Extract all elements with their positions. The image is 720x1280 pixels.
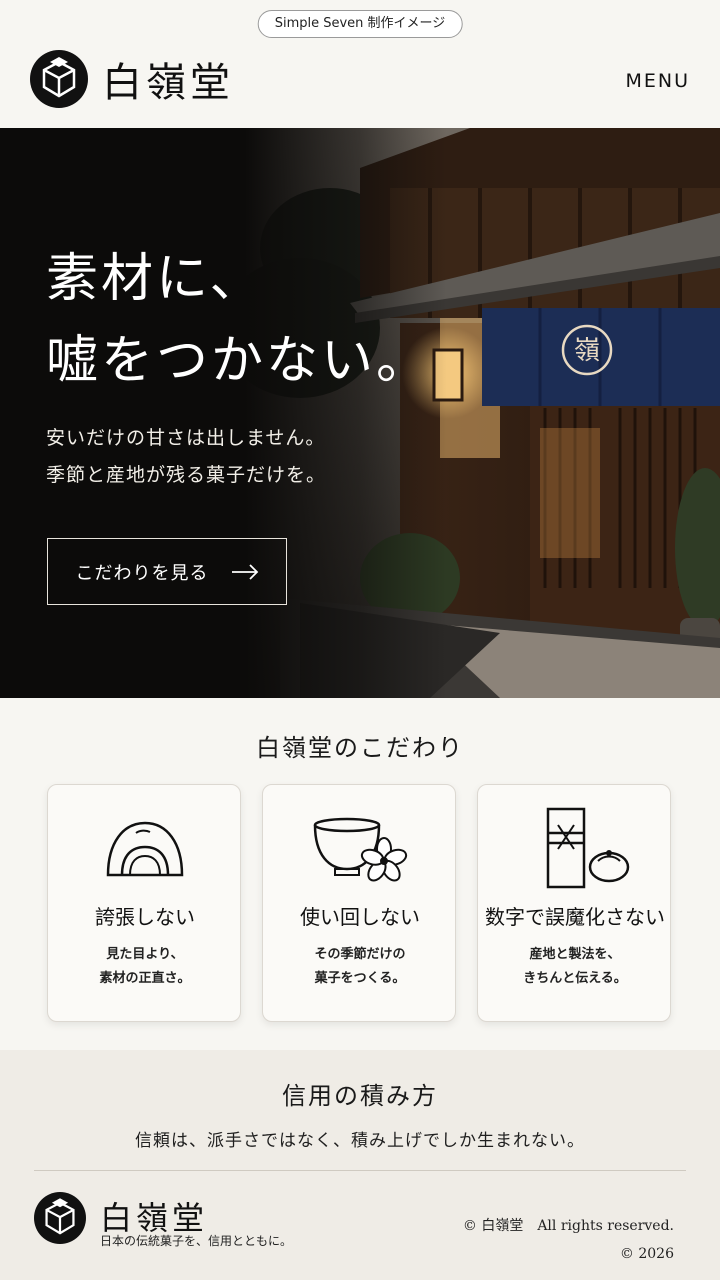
footer-divider: [34, 1170, 686, 1171]
view-commitments-button[interactable]: こだわりを見る: [47, 538, 287, 605]
brand-name: 白嶺堂: [102, 60, 234, 106]
brand-mark-icon: [34, 1192, 86, 1244]
footer-tagline: 日本の伝統菓子を、信用とともに。: [100, 1234, 293, 1248]
hero-subtext: 安いだけの甘さは出しません。 季節と産地が残る菓子だけを。: [46, 420, 326, 494]
card-title: 誇張しない: [95, 905, 195, 929]
card-text-line1: 見た目より、: [106, 947, 184, 962]
trust-text: 信頼は、派手さではなく、積み上げでしか生まれない。: [135, 1131, 585, 1151]
brand-mark-icon: [30, 50, 88, 108]
commitment-card[interactable]: 使い回しない その季節だけの 菓子をつくる。: [262, 784, 456, 1022]
card-text: その季節だけの 菓子をつくる。: [263, 943, 457, 991]
daifuku-icon: [106, 821, 184, 877]
card-text: 見た目より、 素材の正直さ。: [48, 943, 242, 991]
template-badge: Simple Seven 制作イメージ: [257, 10, 463, 38]
hero-section: 嶺 素材に、 嘘をつかない。 安いだけの甘さは出しません。 季節と産地が残る菓子…: [0, 128, 720, 698]
copyright-line2: © 2026: [619, 1246, 674, 1262]
footer-brand-name: 白嶺堂: [100, 1199, 209, 1237]
hero-subtext-line1: 安いだけの甘さは出しません。: [46, 427, 326, 449]
card-text-line2: 菓子をつくる。: [314, 971, 406, 986]
hero-headline: 素材に、 嘘をつかない。: [46, 238, 431, 402]
site-header: 白嶺堂 MENU: [0, 44, 720, 128]
commitment-card[interactable]: 数字で誤魔化さない 産地と製法を、 きちんと伝える。: [477, 784, 671, 1022]
hero-headline-line1: 素材に、: [46, 249, 265, 309]
card-text-line2: きちんと伝える。: [523, 971, 627, 986]
card-title: 数字で誤魔化さない: [485, 905, 665, 929]
hero-overlay: [0, 128, 720, 698]
trust-section: 信用の積み方 信頼は、派手さではなく、積み上げでしか生まれない。 白嶺堂 日本の…: [0, 1050, 720, 1280]
commitments-title: 白嶺堂のこだわり: [256, 734, 464, 762]
brand-logo[interactable]: 白嶺堂: [30, 50, 234, 108]
card-text: 産地と製法を、 きちんと伝える。: [478, 943, 672, 991]
bowl-flower-icon: [313, 817, 408, 882]
card-text-line1: その季節だけの: [314, 947, 406, 962]
card-text-line1: 産地と製法を、: [529, 947, 621, 962]
card-title: 使い回しない: [300, 905, 420, 929]
copyright-line1: © 白嶺堂 All rights reserved.: [462, 1218, 674, 1234]
arrow-right-icon: [231, 563, 258, 580]
copyright: © 白嶺堂 All rights reserved. © 2026: [463, 1212, 674, 1268]
commitment-cards: 誇張しない 見た目より、 素材の正直さ。 使い回しない その季節だけの 菓子をつ…: [47, 784, 673, 1022]
hero-subtext-line2: 季節と産地が残る菓子だけを。: [46, 464, 327, 486]
card-text-line2: 素材の正直さ。: [99, 971, 191, 986]
hero-headline-line2: 嘘をつかない。: [46, 331, 432, 391]
cta-label: こだわりを見る: [75, 562, 209, 584]
commitment-card[interactable]: 誇張しない 見た目より、 素材の正直さ。: [47, 784, 241, 1022]
trust-title: 信用の積み方: [282, 1082, 438, 1110]
menu-button[interactable]: MENU: [625, 70, 690, 92]
gift-box-icon: [546, 807, 630, 889]
